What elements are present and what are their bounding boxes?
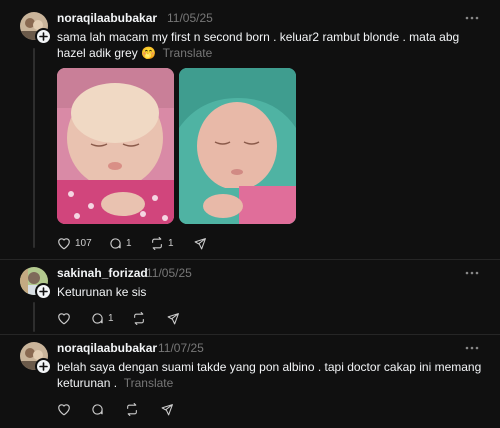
share-button[interactable]: [193, 237, 207, 250]
like-button[interactable]: [57, 403, 71, 416]
reply-count: 1: [108, 313, 114, 324]
like-button[interactable]: [57, 312, 71, 325]
more-icon[interactable]: [465, 271, 479, 275]
repost-count: 1: [168, 238, 174, 249]
repost-icon: [134, 312, 144, 325]
heart-icon: [58, 404, 70, 416]
reply-count: 1: [126, 238, 132, 249]
follow-plus-icon[interactable]: [35, 358, 52, 375]
repost-icon: [127, 403, 137, 416]
post-date: 11/05/25: [167, 11, 213, 25]
reply-button[interactable]: 1: [109, 237, 132, 250]
repost-button[interactable]: [132, 312, 146, 325]
comment-icon: [110, 238, 121, 249]
username[interactable]: noraqilaabubakar: [57, 341, 157, 355]
repost-button[interactable]: 1: [150, 237, 174, 250]
post-text: sama lah macam my first n second born . …: [57, 30, 460, 60]
heart-icon: [58, 238, 70, 250]
follow-plus-icon[interactable]: [35, 283, 52, 300]
translate-link[interactable]: Translate: [163, 46, 213, 60]
post-image[interactable]: [179, 68, 296, 224]
divider: [0, 259, 500, 260]
reply-button[interactable]: 1: [91, 312, 114, 325]
like-button[interactable]: 107: [57, 237, 92, 250]
repost-button[interactable]: [125, 403, 139, 416]
thread-line: [33, 48, 35, 248]
like-count: 107: [75, 238, 92, 249]
more-icon[interactable]: [465, 346, 479, 350]
post-date: 11/07/25: [158, 341, 204, 355]
post-text: Keturunan ke sis: [57, 285, 147, 299]
comment-icon: [92, 404, 103, 415]
translate-link[interactable]: Translate: [124, 376, 174, 390]
heart-icon: [58, 313, 70, 325]
post-image[interactable]: [57, 68, 174, 224]
share-icon: [167, 313, 179, 325]
share-button[interactable]: [166, 312, 180, 325]
username[interactable]: sakinah_forizad: [57, 266, 148, 280]
share-icon: [194, 238, 206, 250]
reply-button[interactable]: [91, 403, 104, 416]
share-button[interactable]: [160, 403, 174, 416]
divider: [0, 334, 500, 335]
comment-icon: [92, 313, 103, 324]
share-icon: [161, 404, 173, 416]
more-icon[interactable]: [465, 16, 479, 20]
follow-plus-icon[interactable]: [35, 28, 52, 45]
post-date: 11/05/25: [146, 266, 192, 280]
username[interactable]: noraqilaabubakar: [57, 11, 157, 25]
thread-line: [33, 302, 35, 332]
post-text: belah saya dengan suami takde yang pon a…: [57, 360, 482, 390]
repost-icon: [152, 237, 162, 250]
